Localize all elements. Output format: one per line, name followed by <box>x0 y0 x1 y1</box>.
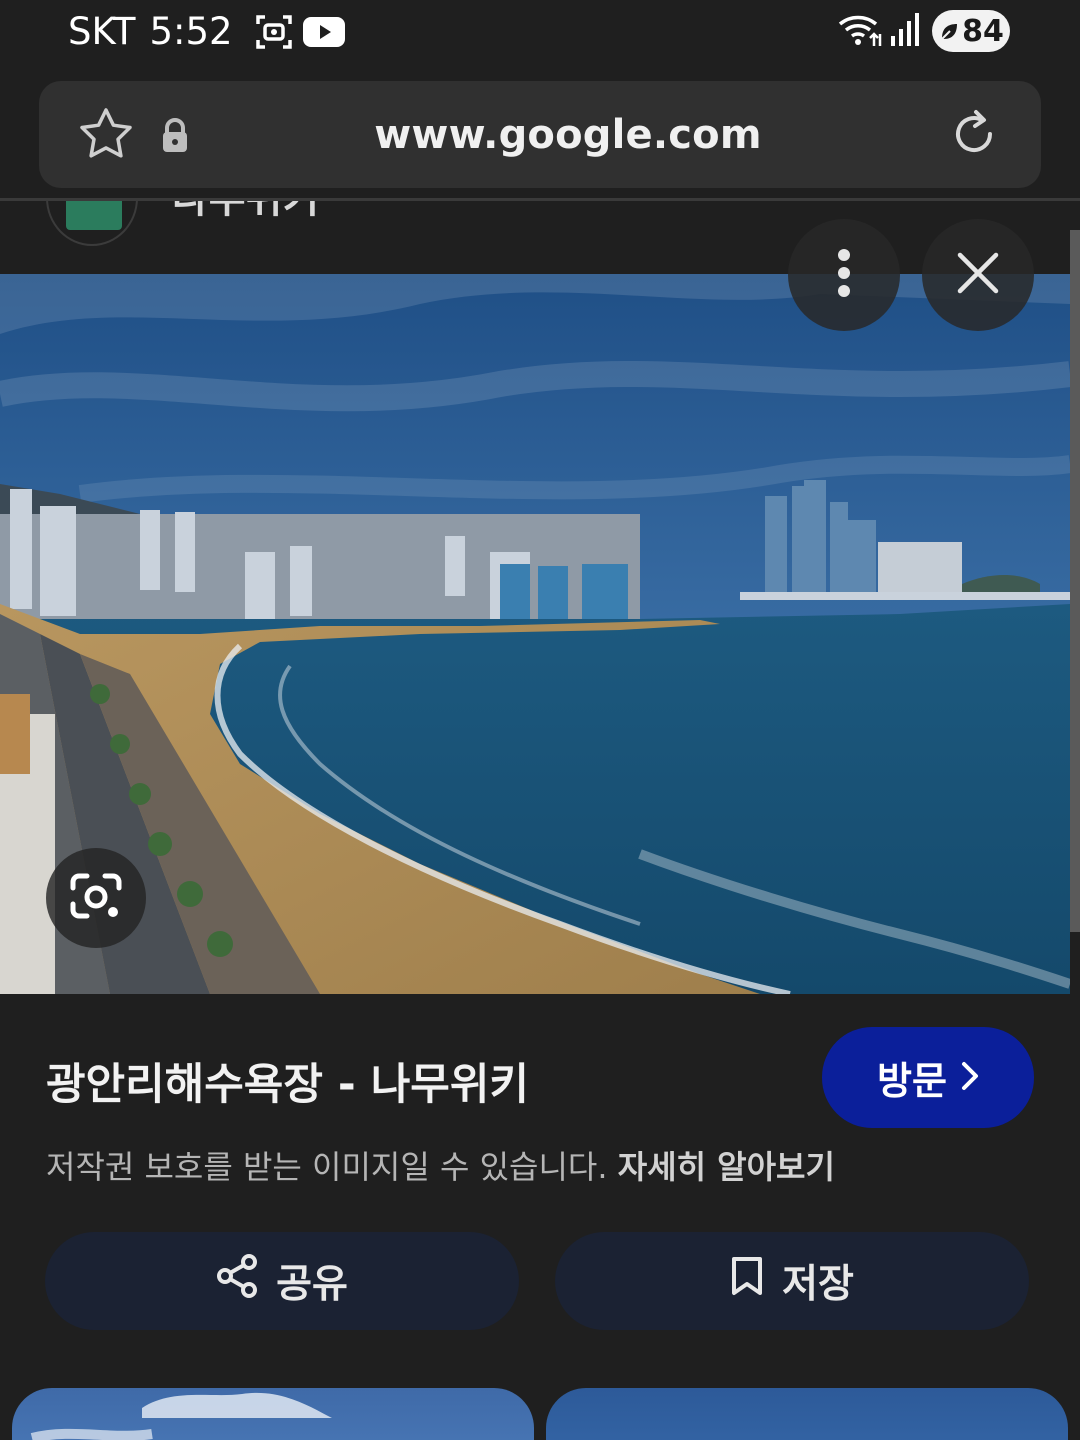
beach-photo[interactable] <box>0 274 1070 994</box>
wifi-icon <box>836 10 884 52</box>
visit-button[interactable]: 방문 <box>822 1027 1034 1128</box>
close-icon <box>956 251 1000 299</box>
carrier-label: SKT <box>68 10 136 53</box>
share-button[interactable]: 공유 <box>45 1232 519 1330</box>
share-label: 공유 <box>276 1262 348 1307</box>
url-text[interactable]: www.google.com <box>200 112 936 158</box>
learn-more-link[interactable]: 자세히 알아보기 <box>618 1148 835 1186</box>
share-icon <box>216 1254 258 1308</box>
battery-icon: 84 <box>932 10 1010 52</box>
copyright-text: 저작권 보호를 받는 이미지일 수 있습니다. <box>46 1148 608 1186</box>
lens-search-button[interactable] <box>46 848 146 948</box>
reload-icon[interactable] <box>946 106 1002 166</box>
status-bar: SKT 5:52 84 <box>0 0 1080 66</box>
scrollbar[interactable] <box>1070 230 1080 932</box>
lens-icon <box>69 870 123 926</box>
save-button[interactable]: 저장 <box>555 1232 1029 1330</box>
toolbar-divider <box>0 198 1080 201</box>
lock-icon[interactable] <box>160 118 190 158</box>
more-options-button[interactable] <box>788 219 900 331</box>
bookmark-icon <box>730 1255 764 1307</box>
youtube-icon <box>302 16 345 47</box>
star-icon[interactable] <box>78 106 134 166</box>
battery-level: 84 <box>962 13 1004 49</box>
chevron-right-icon <box>961 1056 979 1100</box>
status-left: SKT 5:52 <box>68 10 345 53</box>
visit-button-label: 방문 <box>877 1059 947 1103</box>
signal-icon <box>890 12 920 50</box>
clock: 5:52 <box>149 10 233 53</box>
related-image-thumbnail[interactable] <box>12 1388 534 1440</box>
copyright-notice: 저작권 보호를 받는 이미지일 수 있습니다. 자세히 알아보기 <box>46 1142 835 1188</box>
image-title: 광안리해수욕장 - 나무위키 <box>46 1060 529 1110</box>
more-icon <box>836 248 852 302</box>
close-button[interactable] <box>922 219 1034 331</box>
save-label: 저장 <box>782 1262 854 1307</box>
status-right: 84 <box>836 10 1010 52</box>
related-image-thumbnail[interactable] <box>546 1388 1068 1440</box>
screen-capture-icon <box>255 13 293 51</box>
